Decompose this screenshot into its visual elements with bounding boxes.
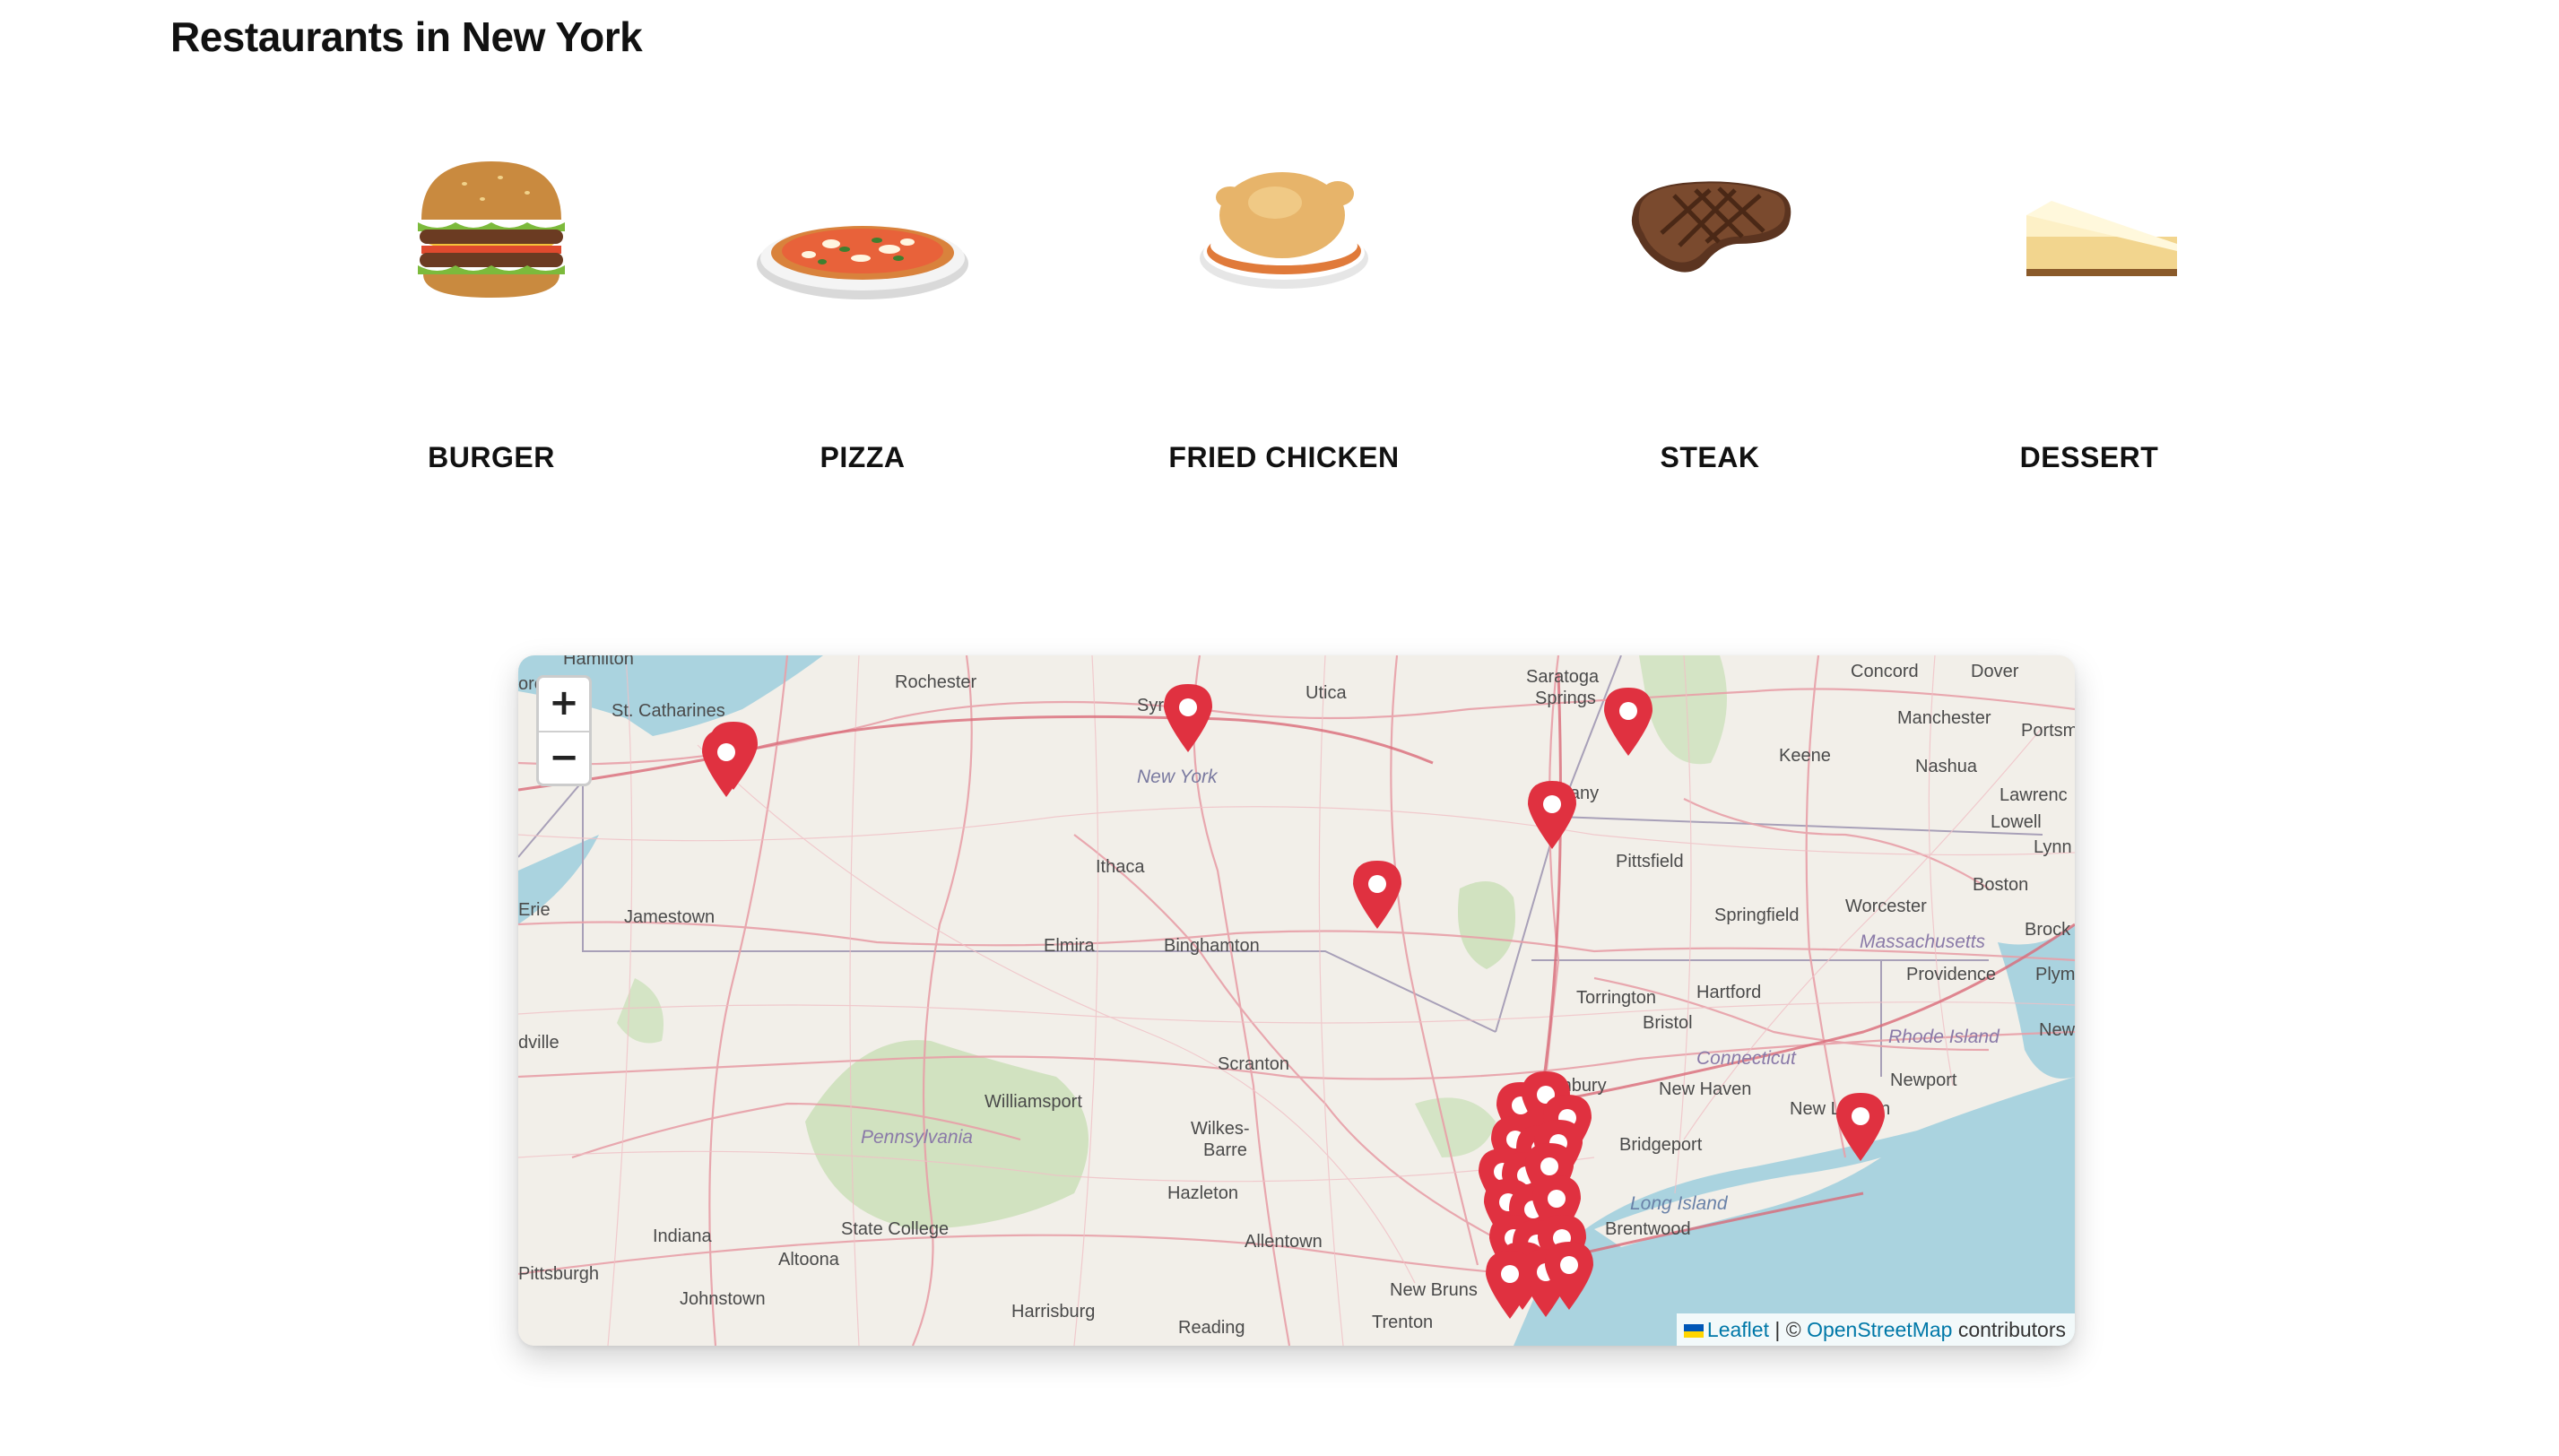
zoom-in-button[interactable]: +	[539, 678, 589, 732]
category-fried-chicken[interactable]: FRIED CHICKEN	[1132, 143, 1436, 502]
restaurant-marker[interactable]	[1541, 1238, 1597, 1312]
fried-chicken-icon	[1200, 172, 1368, 289]
attribution-suffix: contributors	[1952, 1318, 2066, 1341]
page-title: Restaurants in New York	[170, 13, 643, 60]
restaurant-map[interactable]: Hamilton Rochester Syracuse Utica Sarato…	[518, 655, 2075, 1346]
category-list: BURGER PIZZA FRIED CHICKEN STEAK DESSERT	[0, 143, 2559, 502]
category-label: BURGER	[428, 441, 555, 473]
restaurant-marker[interactable]	[1349, 857, 1405, 931]
restaurant-marker[interactable]	[1482, 1247, 1538, 1321]
restaurant-marker[interactable]	[1833, 1089, 1888, 1163]
restaurant-marker[interactable]	[1160, 680, 1216, 754]
attribution-separator: | ©	[1768, 1318, 1808, 1341]
restaurant-marker[interactable]	[1524, 777, 1580, 851]
category-label: FRIED CHICKEN	[1168, 441, 1400, 473]
category-steak[interactable]: STEAK	[1557, 143, 1862, 502]
steak-icon	[1631, 181, 1791, 273]
marker-layer	[518, 655, 2075, 1346]
restaurant-marker[interactable]	[1600, 684, 1656, 758]
zoom-control: + −	[536, 675, 592, 786]
restaurant-marker[interactable]	[698, 725, 754, 799]
ukraine-flag-icon	[1683, 1324, 1704, 1338]
pizza-icon	[757, 226, 968, 299]
category-label: STEAK	[1660, 441, 1760, 473]
leaflet-link[interactable]: Leaflet	[1707, 1318, 1769, 1341]
category-pizza[interactable]: PIZZA	[710, 143, 1015, 502]
map-attribution: Leaflet | © OpenStreetMap contributors	[1676, 1313, 2075, 1346]
category-label: PIZZA	[820, 441, 906, 473]
cheesecake-icon	[2026, 201, 2177, 276]
zoom-out-button[interactable]: −	[539, 732, 589, 784]
openstreetmap-link[interactable]: OpenStreetMap	[1807, 1318, 1952, 1341]
category-dessert[interactable]: DESSERT	[1937, 143, 2242, 502]
category-label: DESSERT	[2019, 441, 2159, 473]
category-burger[interactable]: BURGER	[339, 143, 644, 502]
burger-icon	[418, 161, 565, 298]
